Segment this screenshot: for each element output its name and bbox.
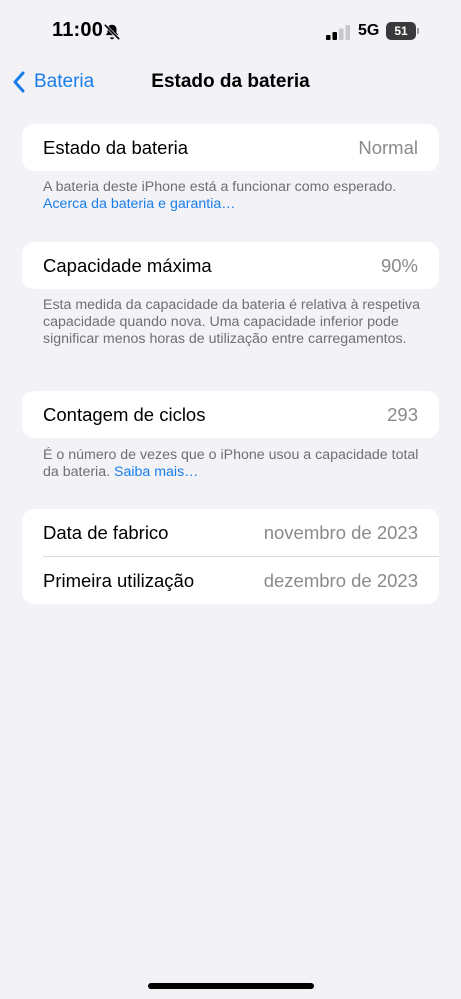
bell-slash-icon [103,23,121,41]
manufacture-date-value: novembro de 2023 [263,521,418,543]
battery-warranty-link[interactable]: Acerca da bateria e garantia… [43,196,235,212]
battery-health-group: Estado da bateria Normal [22,124,439,171]
battery-health-row: Estado da bateria Normal [22,124,439,171]
max-capacity-value: 90% [380,254,418,276]
first-use-row: Primeira utilização dezembro de 2023 [22,557,439,604]
battery-health-footnote: A bateria deste iPhone está a funcionar … [43,179,423,213]
battery-percentage: 51 [394,24,408,38]
battery-health-value: Normal [358,136,418,158]
first-use-value: dezembro de 2023 [263,569,418,591]
battery-icon: 51 [386,22,420,40]
network-type: 5G [358,22,380,39]
first-use-label: Primeira utilização [43,569,195,591]
max-capacity-row: Capacidade máxima 90% [22,242,439,289]
battery-health-description: A bateria deste iPhone está a funcionar … [43,179,397,195]
navigation-bar: Bateria Estado da bateria [0,62,461,102]
cycle-count-value: 293 [387,403,418,425]
max-capacity-group: Capacidade máxima 90% [22,242,439,289]
manufacture-date-label: Data de fabrico [43,521,169,543]
page-title: Estado da bateria [151,71,310,92]
max-capacity-footnote: Esta medida da capacidade da bateria é r… [43,297,420,347]
status-time: 11:00 [52,19,104,41]
learn-more-link[interactable]: Saiba mais… [114,464,198,480]
manufacture-date-row: Data de fabrico novembro de 2023 [22,509,439,556]
cycle-count-row: Contagem de ciclos 293 [22,391,439,438]
home-indicator[interactable] [148,983,314,989]
cycle-count-footnote: É o número de vezes que o iPhone usou a … [43,447,423,481]
dates-group: Data de fabrico novembro de 2023 Primeir… [22,509,439,604]
cycle-count-label: Contagem de ciclos [43,403,206,425]
battery-health-label: Estado da bateria [43,136,189,158]
status-bar: 11:00 5G 51 [0,0,461,62]
cycle-count-description: É o número de vezes que o iPhone usou a … [43,447,419,480]
cellular-signal-icon [326,25,350,40]
cycle-count-group: Contagem de ciclos 293 [22,391,439,438]
max-capacity-label: Capacidade máxima [43,254,212,276]
